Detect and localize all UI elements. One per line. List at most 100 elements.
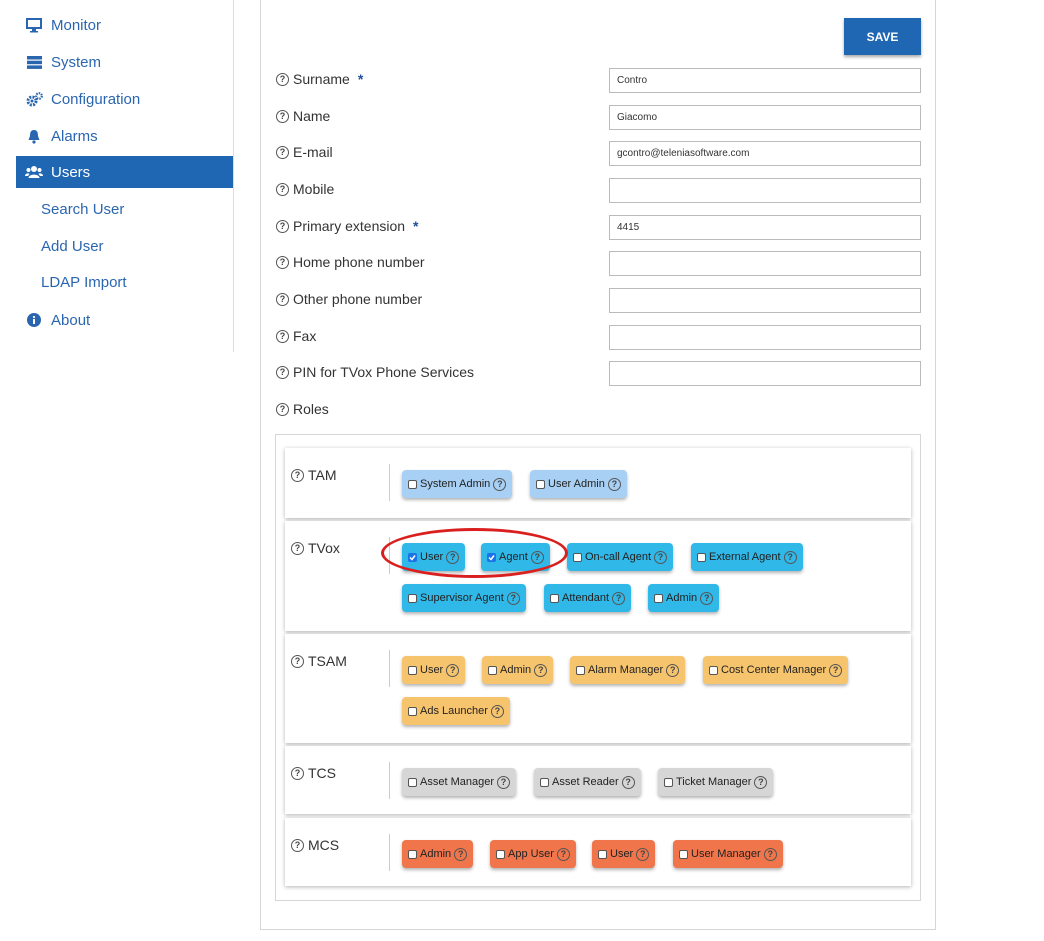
help-icon[interactable]: ? — [493, 477, 507, 491]
help-icon[interactable]: ? — [556, 847, 570, 861]
role-group-label: ? TAM — [291, 467, 337, 483]
role-chip[interactable]: Ticket Manager? — [658, 768, 774, 796]
sidebar-item-system[interactable]: System — [16, 46, 233, 78]
sidebar-subitem-ldap-import[interactable]: LDAP Import — [41, 274, 127, 291]
field-label: ? Surname * — [276, 71, 363, 87]
sidebar-item-users[interactable]: Users — [16, 156, 233, 188]
role-checkbox[interactable] — [664, 777, 673, 787]
help-icon[interactable]: ? — [763, 847, 777, 861]
save-button[interactable]: SAVE — [844, 18, 921, 55]
help-icon[interactable]: ? — [612, 591, 626, 605]
role-checkbox[interactable] — [408, 479, 417, 489]
field-input[interactable] — [609, 288, 921, 313]
role-chip[interactable]: App User? — [490, 840, 576, 868]
role-chip[interactable]: Supervisor Agent? — [402, 584, 526, 612]
role-chip[interactable]: Admin? — [482, 656, 554, 684]
role-chip[interactable]: System Admin? — [402, 470, 513, 498]
help-icon[interactable]: ? — [700, 591, 714, 605]
sidebar-item-about[interactable]: About — [16, 304, 233, 336]
role-checkbox[interactable] — [408, 777, 417, 787]
role-checkbox[interactable] — [598, 849, 607, 859]
role-chip[interactable]: External Agent? — [691, 543, 803, 571]
field-input[interactable] — [609, 68, 921, 93]
help-icon[interactable]: ? — [490, 704, 504, 718]
help-icon[interactable]: ? — [607, 477, 621, 491]
role-chip[interactable]: Cost Center Manager? — [703, 656, 849, 684]
role-checkbox[interactable] — [536, 479, 545, 489]
role-checkbox[interactable] — [488, 665, 497, 675]
help-icon[interactable]: ? — [496, 775, 510, 789]
role-chip[interactable]: Alarm Manager? — [570, 656, 686, 684]
role-chip[interactable]: Attendant? — [544, 584, 632, 612]
server-icon — [25, 55, 43, 69]
help-icon[interactable]: ? — [291, 838, 304, 852]
help-icon[interactable]: ? — [291, 654, 304, 668]
info-icon — [25, 313, 43, 327]
sidebar-item-alarms[interactable]: Alarms — [16, 120, 233, 152]
help-icon[interactable]: ? — [276, 219, 289, 233]
role-chip[interactable]: Asset Manager? — [402, 768, 516, 796]
field-input[interactable] — [609, 215, 921, 240]
help-icon[interactable]: ? — [276, 255, 289, 269]
help-icon[interactable]: ? — [276, 329, 289, 343]
field-label: ? Fax — [276, 328, 316, 344]
help-icon[interactable]: ? — [621, 775, 635, 789]
role-chip[interactable]: Asset Reader? — [534, 768, 641, 796]
role-group-label: ? TCS — [291, 765, 336, 781]
role-checkbox[interactable] — [576, 665, 585, 675]
role-chip[interactable]: User Manager? — [673, 840, 783, 868]
role-chip[interactable]: Admin? — [402, 840, 474, 868]
help-icon[interactable]: ? — [276, 109, 289, 123]
role-checkbox[interactable] — [496, 849, 505, 859]
role-checkbox[interactable] — [550, 593, 559, 603]
help-icon[interactable]: ? — [291, 541, 304, 555]
help-icon[interactable]: ? — [754, 775, 768, 789]
help-icon[interactable]: ? — [666, 663, 680, 677]
help-icon[interactable]: ? — [534, 663, 548, 677]
role-chip[interactable]: Ads Launcher? — [402, 697, 510, 725]
role-checkbox[interactable] — [408, 849, 417, 859]
help-icon[interactable]: ? — [276, 292, 289, 306]
sidebar-subitem-add-user[interactable]: Add User — [41, 238, 104, 255]
help-icon[interactable]: ? — [636, 847, 650, 861]
role-checkbox[interactable] — [573, 552, 582, 562]
role-chip[interactable]: User? — [592, 840, 656, 868]
sidebar-subitem-search-user[interactable]: Search User — [41, 201, 124, 218]
role-checkbox[interactable] — [654, 593, 663, 603]
field-input[interactable] — [609, 105, 921, 130]
field-input[interactable] — [609, 361, 921, 386]
role-chip[interactable]: Admin? — [648, 584, 720, 612]
help-icon[interactable]: ? — [454, 847, 468, 861]
help-icon[interactable]: ? — [276, 72, 289, 86]
role-checkbox[interactable] — [408, 593, 417, 603]
help-icon[interactable]: ? — [654, 550, 668, 564]
field-input[interactable] — [609, 251, 921, 276]
help-icon[interactable]: ? — [506, 591, 520, 605]
role-group-label: ? TVox — [291, 540, 340, 556]
help-icon[interactable]: ? — [783, 550, 797, 564]
role-checkbox[interactable] — [709, 665, 718, 675]
role-checkbox[interactable] — [697, 552, 706, 562]
role-checkbox[interactable] — [408, 706, 417, 716]
role-checkbox[interactable] — [540, 777, 549, 787]
help-icon[interactable]: ? — [829, 663, 843, 677]
help-icon[interactable]: ? — [446, 663, 460, 677]
field-input[interactable] — [609, 178, 921, 203]
annotation-ellipse — [381, 528, 568, 578]
help-icon[interactable]: ? — [276, 365, 289, 379]
help-icon[interactable]: ? — [276, 145, 289, 159]
role-checkbox[interactable] — [679, 849, 688, 859]
sidebar-item-configuration[interactable]: Configuration — [16, 83, 233, 115]
field-input[interactable] — [609, 141, 921, 166]
help-icon[interactable]: ? — [291, 766, 304, 780]
role-chip[interactable]: User? — [402, 656, 466, 684]
field-label-text: Fax — [293, 328, 317, 344]
role-chip[interactable]: On-call Agent? — [567, 543, 674, 571]
help-icon[interactable]: ? — [276, 182, 289, 196]
role-checkbox[interactable] — [408, 665, 417, 675]
help-icon[interactable]: ? — [276, 402, 289, 416]
sidebar-item-monitor[interactable]: Monitor — [16, 9, 233, 41]
field-input[interactable] — [609, 325, 921, 350]
help-icon[interactable]: ? — [291, 468, 304, 482]
role-chip[interactable]: User Admin? — [530, 470, 627, 498]
